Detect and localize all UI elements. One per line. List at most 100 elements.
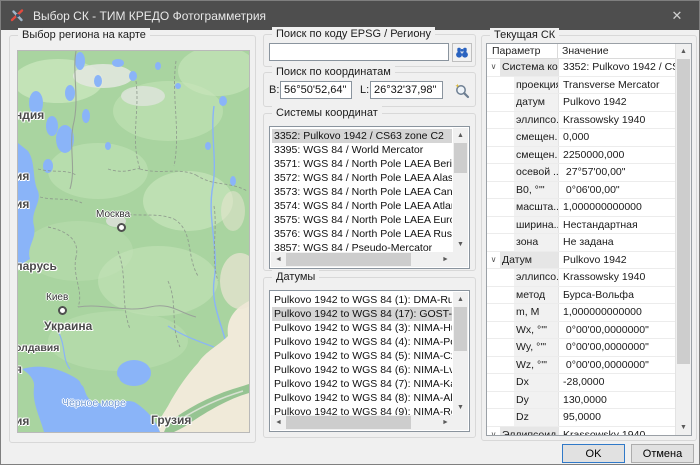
- systems-listbox[interactable]: 3352: Pulkovo 1942 / CS63 zone C23395: W…: [269, 126, 470, 269]
- table-row[interactable]: ширина...Нестандартная: [487, 217, 676, 235]
- title-bar[interactable]: Выбор СК - ТИМ КРЕДО Фотограмметрия ✕: [1, 1, 699, 30]
- list-item[interactable]: 3572: WGS 84 / North Pole LAEA Alaska: [272, 171, 452, 185]
- table-row[interactable]: смещен...0,000: [487, 129, 676, 147]
- tree-indent: [487, 322, 500, 339]
- tree-indent: [500, 164, 514, 181]
- value-cell: 130,0000: [558, 392, 676, 409]
- list-item[interactable]: Pulkovo 1942 to WGS 84 (5): NIMA-Cze: [272, 349, 452, 363]
- epsg-search-input[interactable]: [269, 43, 449, 61]
- scroll-up-icon[interactable]: ▲: [676, 44, 691, 59]
- value-cell: Krassowsky 1940: [558, 269, 676, 286]
- list-item[interactable]: Pulkovo 1942 to WGS 84 (9): NIMA-Rom: [272, 405, 452, 415]
- table-header: Параметр Значение: [487, 44, 691, 59]
- value-cell: 3352: Pulkovo 1942 / CS63 ...: [558, 59, 676, 76]
- scroll-down-icon[interactable]: ▼: [453, 400, 468, 415]
- tree-indent: [487, 304, 500, 321]
- table-row[interactable]: методБурса-Вольфа: [487, 287, 676, 305]
- current-sk-table[interactable]: Параметр Значение ∨Система ко...3352: Pu…: [486, 43, 692, 436]
- scroll-right-icon[interactable]: ►: [438, 252, 453, 267]
- coordinate-search-button[interactable]: [452, 81, 472, 100]
- table-row[interactable]: Wx, °'" 0°00'00,0000000": [487, 322, 676, 340]
- binoculars-search-button[interactable]: [452, 43, 472, 62]
- table-row[interactable]: зонаНе задана: [487, 234, 676, 252]
- table-row[interactable]: m, M1,000000000000: [487, 304, 676, 322]
- b-coordinate-input[interactable]: [280, 81, 352, 99]
- scrollbar-thumb[interactable]: [454, 143, 467, 173]
- tree-indent: [487, 199, 500, 216]
- chevron-down-icon[interactable]: ∨: [487, 427, 500, 436]
- tree-indent: [487, 147, 500, 164]
- scroll-up-icon[interactable]: ▲: [453, 292, 468, 307]
- map-label-ukraine: Украина: [44, 319, 92, 333]
- datums-horizontal-scrollbar[interactable]: ◄ ►: [271, 415, 453, 430]
- systems-vertical-scrollbar[interactable]: ▲ ▼: [453, 128, 468, 252]
- list-item[interactable]: Pulkovo 1942 to WGS 84 (6): NIMA-Lva: [272, 363, 452, 377]
- list-item[interactable]: Pulkovo 1942 to WGS 84 (17): GOST-Rus: [272, 307, 452, 321]
- table-row[interactable]: Dy130,0000: [487, 392, 676, 410]
- tree-indent: [487, 357, 500, 374]
- map-canvas[interactable]: ндия ия ия Москва ларусь Киев Украина ол…: [17, 50, 250, 433]
- value-column-header[interactable]: Значение: [558, 44, 691, 58]
- list-item[interactable]: Pulkovo 1942 to WGS 84 (4): NIMA-Pol: [272, 335, 452, 349]
- list-item[interactable]: 3857: WGS 84 / Pseudo-Mercator: [272, 241, 452, 252]
- b-label: B:: [269, 84, 279, 96]
- scrollbar-thumb[interactable]: [286, 416, 411, 429]
- table-row[interactable]: Wz, °'" 0°00'00,0000000": [487, 357, 676, 375]
- tree-indent: [500, 94, 514, 111]
- chevron-down-icon[interactable]: ∨: [487, 252, 500, 269]
- chevron-down-icon[interactable]: ∨: [487, 59, 500, 76]
- table-row[interactable]: проекцияTransverse Mercator: [487, 77, 676, 95]
- list-item[interactable]: Pulkovo 1942 to WGS 84 (1): DMA-Rus: [272, 293, 452, 307]
- list-item[interactable]: Pulkovo 1942 to WGS 84 (7): NIMA-Kaz: [272, 377, 452, 391]
- close-icon[interactable]: ✕: [655, 1, 699, 30]
- table-row[interactable]: эллипсо...Krassowsky 1940: [487, 112, 676, 130]
- scrollbar-thumb[interactable]: [454, 307, 467, 351]
- systems-horizontal-scrollbar[interactable]: ◄ ►: [271, 252, 453, 267]
- scroll-up-icon[interactable]: ▲: [453, 128, 468, 143]
- list-item[interactable]: 3573: WGS 84 / North Pole LAEA Canada: [272, 185, 452, 199]
- table-vertical-scrollbar[interactable]: ▲ ▼: [675, 44, 691, 435]
- param-cell: проекция: [514, 77, 558, 94]
- list-item[interactable]: 3395: WGS 84 / World Mercator: [272, 143, 452, 157]
- table-row[interactable]: ∨Система ко...3352: Pulkovo 1942 / CS63 …: [487, 59, 676, 77]
- systems-items: 3352: Pulkovo 1942 / CS63 zone C23395: W…: [272, 129, 452, 252]
- list-item[interactable]: 3576: WGS 84 / North Pole LAEA Russia: [272, 227, 452, 241]
- scroll-down-icon[interactable]: ▼: [453, 237, 468, 252]
- param-cell: Dy: [514, 392, 558, 409]
- table-row[interactable]: ∨ДатумPulkovo 1942: [487, 252, 676, 270]
- l-coordinate-input[interactable]: [370, 81, 443, 99]
- datums-listbox[interactable]: Pulkovo 1942 to WGS 84 (1): DMA-RusPulko…: [269, 290, 470, 432]
- table-row[interactable]: Dz95,0000: [487, 409, 676, 427]
- list-item[interactable]: Pulkovo 1942 to WGS 84 (8): NIMA-Alb: [272, 391, 452, 405]
- param-cell: осевой ...: [514, 164, 558, 181]
- scroll-down-icon[interactable]: ▼: [676, 420, 691, 435]
- param-column-header[interactable]: Параметр: [487, 44, 558, 58]
- table-row[interactable]: Dx-28,0000: [487, 374, 676, 392]
- table-row[interactable]: ∨ЭллипсоидKrassowsky 1940: [487, 427, 676, 436]
- datums-vertical-scrollbar[interactable]: ▲ ▼: [453, 292, 468, 415]
- table-row[interactable]: масшта...1,000000000000: [487, 199, 676, 217]
- table-row[interactable]: смещен...2250000,000: [487, 147, 676, 165]
- datums-group-title: Датумы: [272, 270, 319, 285]
- table-row[interactable]: датумPulkovo 1942: [487, 94, 676, 112]
- scroll-left-icon[interactable]: ◄: [271, 252, 286, 267]
- param-cell: Wy, °'": [514, 339, 558, 356]
- table-row[interactable]: Wy, °'" 0°00'00,0000000": [487, 339, 676, 357]
- tree-indent: [500, 112, 514, 129]
- table-row[interactable]: B0, °'" 0°06'00,00": [487, 182, 676, 200]
- scroll-right-icon[interactable]: ►: [438, 415, 453, 430]
- list-item[interactable]: Pulkovo 1942 to WGS 84 (3): NIMA-Hun: [272, 321, 452, 335]
- list-item[interactable]: 3352: Pulkovo 1942 / CS63 zone C2: [272, 129, 452, 143]
- value-cell: 1,000000000000: [558, 304, 676, 321]
- map-region-group: Выбор региона на карте: [9, 35, 256, 443]
- ok-button[interactable]: OK: [562, 444, 625, 463]
- cancel-button[interactable]: Отмена: [631, 444, 694, 463]
- list-item[interactable]: 3574: WGS 84 / North Pole LAEA Atlantic: [272, 199, 452, 213]
- scrollbar-thumb[interactable]: [286, 253, 411, 266]
- table-row[interactable]: эллипсо...Krassowsky 1940: [487, 269, 676, 287]
- scrollbar-thumb[interactable]: [677, 59, 690, 364]
- list-item[interactable]: 3575: WGS 84 / North Pole LAEA Europe: [272, 213, 452, 227]
- table-row[interactable]: осевой ... 27°57'00,00": [487, 164, 676, 182]
- scroll-left-icon[interactable]: ◄: [271, 415, 286, 430]
- list-item[interactable]: 3571: WGS 84 / North Pole LAEA Bering Se…: [272, 157, 452, 171]
